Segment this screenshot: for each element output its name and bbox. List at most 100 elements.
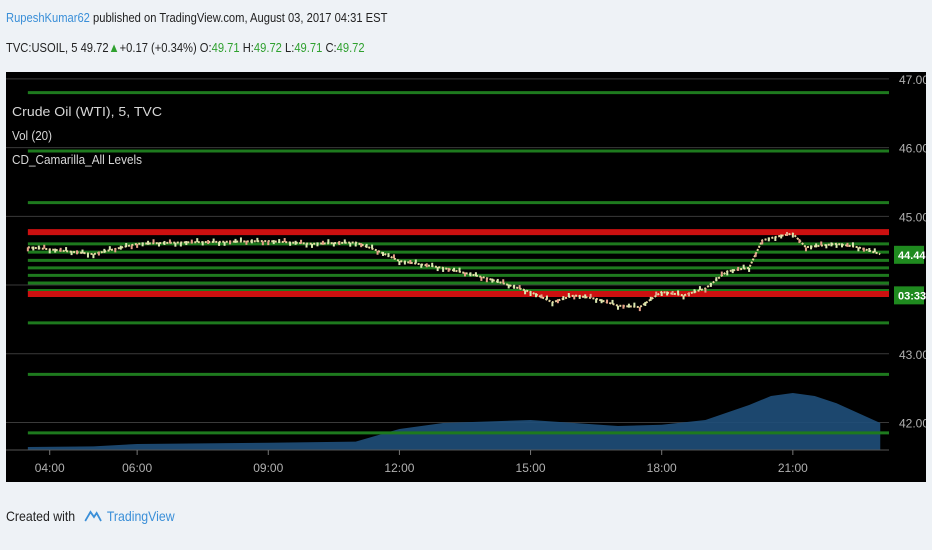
x-tick-label: 04:00 xyxy=(35,461,65,475)
low-value: 49.71 xyxy=(294,40,323,55)
candle xyxy=(86,253,89,258)
open-value: 49.71 xyxy=(211,40,240,55)
candle xyxy=(846,242,849,247)
candle xyxy=(804,247,807,252)
candle xyxy=(688,292,691,297)
candle xyxy=(611,299,614,304)
legend-entry: Vol (20) xyxy=(12,128,52,143)
candle xyxy=(130,245,133,250)
candle xyxy=(562,296,565,301)
candle xyxy=(518,285,521,290)
candle xyxy=(556,299,559,304)
y-tick-label: 47.00 xyxy=(899,73,926,87)
candle xyxy=(212,238,215,243)
chart-panel[interactable]: 47.00 46.00 45.00 43.00 42.00 44.44 03:33 04:00… xyxy=(6,72,926,482)
y-tick-label: 46.00 xyxy=(899,142,926,156)
candle xyxy=(338,240,341,245)
candle xyxy=(48,249,51,254)
candle xyxy=(600,299,603,304)
candle xyxy=(414,259,417,264)
candle xyxy=(136,243,139,248)
publish-header: RupeshKumar62 published on TradingView.c… xyxy=(6,10,387,25)
candle xyxy=(463,272,466,277)
x-tick-label: 12:00 xyxy=(384,461,414,475)
candle xyxy=(168,239,171,244)
candle xyxy=(420,263,423,268)
last-price: 49.72 xyxy=(80,40,109,55)
candle xyxy=(321,240,324,245)
price-label: 03:33 xyxy=(898,290,926,302)
tradingview-logo-icon[interactable] xyxy=(84,509,102,523)
candle xyxy=(283,238,286,243)
candle xyxy=(310,243,313,248)
candle xyxy=(715,277,718,282)
legend-entry: CD_Camarilla_All Levels xyxy=(12,152,142,167)
price-label: 44.44 xyxy=(898,250,926,262)
candle xyxy=(578,294,581,299)
candle xyxy=(595,298,598,303)
x-tick-label: 18:00 xyxy=(647,461,677,475)
tradingview-brand[interactable]: TradingView xyxy=(107,508,175,524)
footer: Created with TradingView xyxy=(6,508,175,524)
candle xyxy=(540,294,543,299)
close-label: C: xyxy=(322,40,337,55)
candle xyxy=(748,267,751,272)
candle xyxy=(774,237,777,242)
candle xyxy=(644,301,647,306)
candle xyxy=(261,241,264,246)
candle xyxy=(256,237,259,242)
candle xyxy=(458,267,461,272)
candle xyxy=(278,239,281,244)
candle xyxy=(698,286,701,291)
x-tick-label: 21:00 xyxy=(778,461,808,475)
candle xyxy=(704,288,707,293)
candle xyxy=(513,284,516,289)
candle xyxy=(409,260,412,265)
candle xyxy=(742,264,745,269)
candle xyxy=(868,248,871,253)
x-tick-label: 15:00 xyxy=(516,461,546,475)
candle xyxy=(677,290,680,295)
candle xyxy=(666,291,669,296)
candle xyxy=(671,290,674,295)
candle xyxy=(54,248,57,253)
candle xyxy=(627,303,630,308)
candle xyxy=(218,241,221,246)
price-chart[interactable]: 47.00 46.00 45.00 43.00 42.00 44.44 03:33 04:00… xyxy=(6,72,926,482)
candle xyxy=(354,242,357,247)
candle xyxy=(786,231,789,236)
candle xyxy=(267,241,270,246)
candle xyxy=(114,248,117,253)
candle xyxy=(371,244,374,249)
candle xyxy=(37,245,40,250)
candle xyxy=(179,242,182,247)
candle xyxy=(862,247,865,252)
candle xyxy=(835,243,838,248)
candle xyxy=(403,260,406,265)
candle xyxy=(97,251,100,256)
candle xyxy=(616,305,619,310)
candle xyxy=(660,291,663,296)
author-link[interactable]: RupeshKumar62 xyxy=(6,10,90,25)
candle xyxy=(551,302,554,307)
candle xyxy=(820,241,823,246)
candle xyxy=(207,240,210,245)
x-tick-label: 09:00 xyxy=(253,461,283,475)
candle xyxy=(431,262,434,267)
candle xyxy=(589,293,592,298)
candle xyxy=(491,278,494,283)
quote-line: TVC:USOIL, 5 49.72▲+0.17 (+0.34%) O:49.7… xyxy=(6,40,365,55)
candle xyxy=(349,242,352,247)
candle xyxy=(234,238,237,243)
candle xyxy=(108,246,111,251)
high-value: 49.72 xyxy=(253,40,282,55)
open-label: O: xyxy=(196,40,212,55)
candle xyxy=(584,294,587,299)
candle xyxy=(32,246,35,251)
candle xyxy=(693,289,696,294)
candle xyxy=(857,247,860,252)
candle xyxy=(174,242,177,247)
candle xyxy=(76,250,79,255)
candle xyxy=(709,282,712,287)
candle xyxy=(638,307,641,312)
